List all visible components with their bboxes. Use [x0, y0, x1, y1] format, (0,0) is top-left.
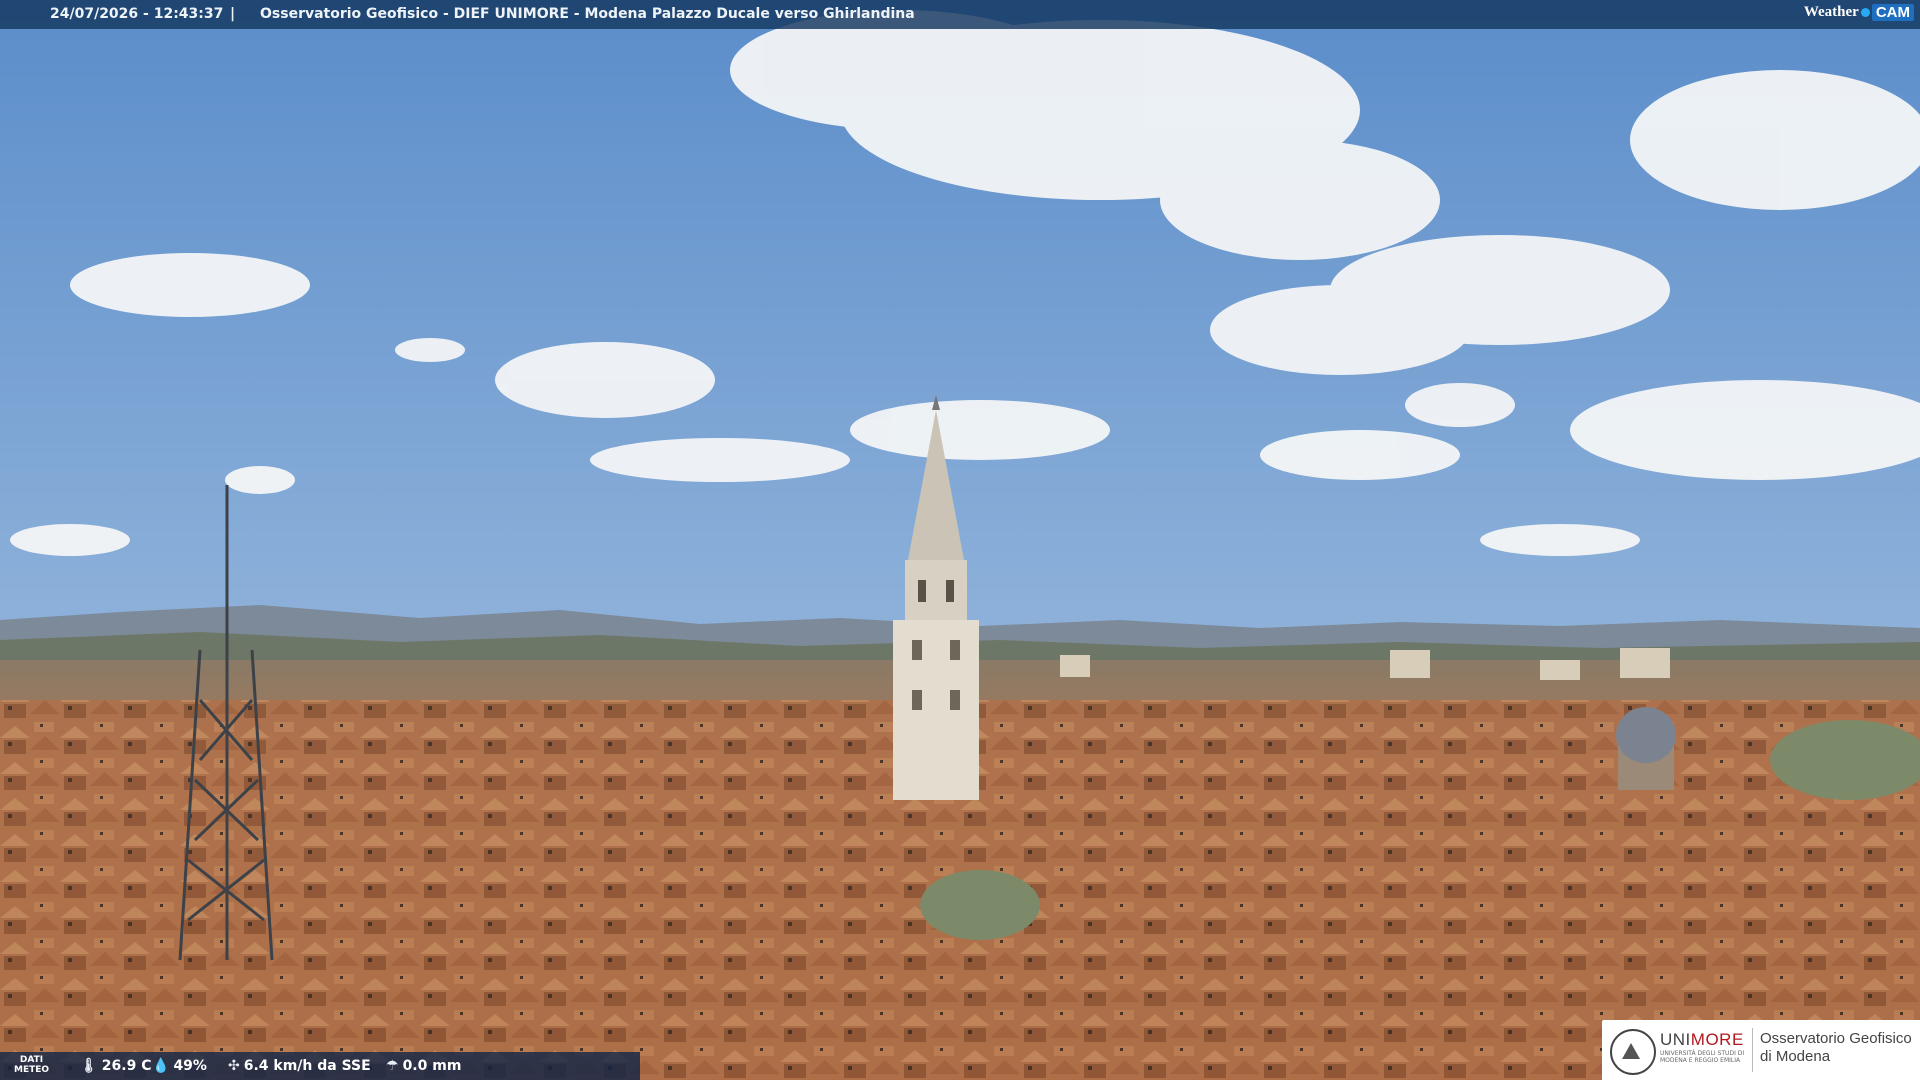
thermometer-icon: 🌡 [80, 1058, 98, 1074]
observatory-name: Osservatorio Geofisico di Modena [1760, 1030, 1912, 1066]
observatory-line1: Osservatorio Geofisico [1760, 1030, 1912, 1047]
observatory-line2: di Modena [1760, 1048, 1831, 1065]
separator: | [230, 6, 236, 22]
wind-reading: ✣ 6.4 km/h da SSE [228, 1058, 371, 1074]
meteo-label: DATI METEO [14, 1055, 49, 1075]
wind-value: 6.4 km/h da SSE [243, 1058, 371, 1074]
uni-prefix: UNI [1660, 1030, 1691, 1049]
meteo-bar: DATI METEO 🌡 26.9 C 💧 49% ✣ 6.4 km/h da … [0, 1052, 640, 1080]
unimore-wordmark: UNIMORE [1660, 1030, 1744, 1050]
brand-dot-icon [1860, 8, 1870, 17]
uni-suffix: MORE [1690, 1030, 1744, 1049]
logo-divider [1752, 1028, 1753, 1072]
brand-cam: CAM [1871, 4, 1914, 21]
temperature-value: 26.9 C [101, 1058, 152, 1074]
webcam-image [0, 0, 1920, 1080]
wind-icon: ✣ [228, 1058, 240, 1074]
camera-title: Osservatorio Geofisico - DIEF UNIMORE - … [260, 6, 915, 22]
dome [1616, 707, 1676, 790]
rain-value: 0.0 mm [402, 1058, 462, 1074]
unimore-subtitle: UNIVERSITÀ DEGLI STUDI DI MODENA E REGGI… [1660, 1050, 1745, 1064]
university-seal-icon [1610, 1029, 1656, 1075]
rain-reading: ☂ 0.0 mm [386, 1058, 461, 1074]
overlay-header: 24/07/2026 - 12:43:37 | Osservatorio Geo… [0, 0, 1920, 29]
meteo-label-line1: DATI [19, 1055, 44, 1065]
humidity-drop-icon: 💧 [152, 1058, 170, 1074]
meteo-label-line2: METEO [14, 1065, 50, 1075]
temperature-reading: 🌡 26.9 C [80, 1058, 151, 1074]
unimore-logo: UNIMORE UNIVERSITÀ DEGLI STUDI DI MODENA… [1602, 1020, 1920, 1080]
humidity-reading: 💧 49% [152, 1058, 207, 1074]
humidity-value: 49% [173, 1058, 207, 1074]
brand-weather: Weather [1803, 4, 1859, 20]
timestamp: 24/07/2026 - 12:43:37 [50, 6, 224, 22]
rain-gauge-icon: ☂ [386, 1058, 399, 1074]
weathercam-logo: Weather CAM [1804, 4, 1914, 21]
